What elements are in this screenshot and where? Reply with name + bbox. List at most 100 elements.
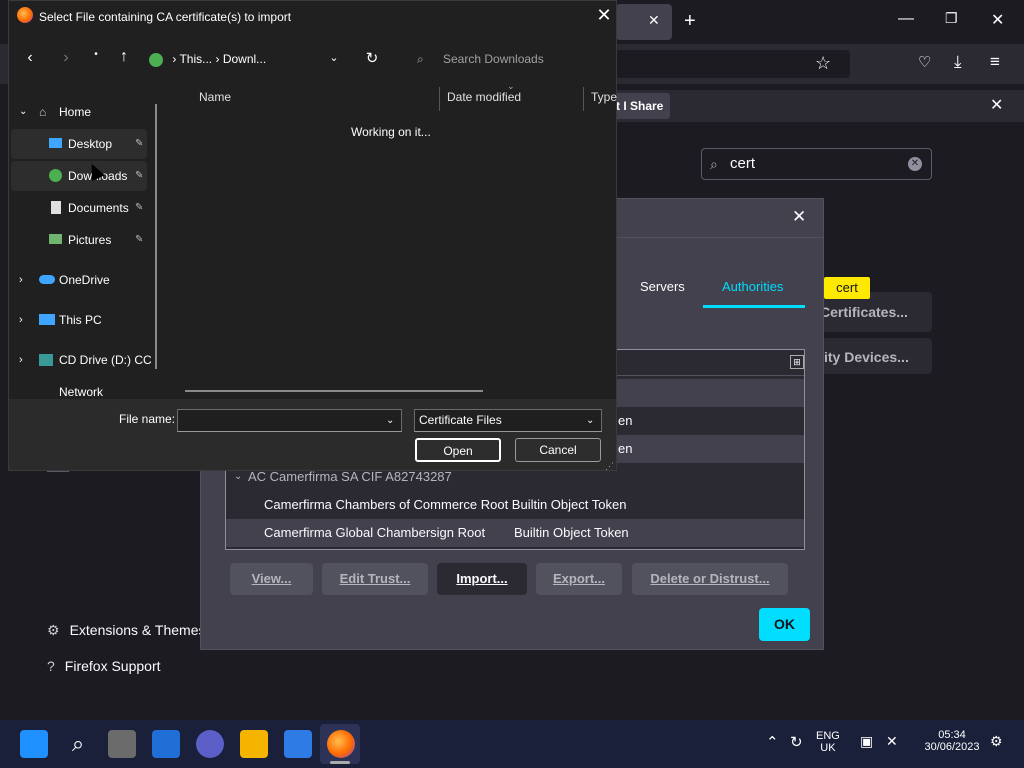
- import-button[interactable]: Import...: [437, 563, 527, 595]
- tree-item-onedrive[interactable]: › OneDrive: [11, 265, 147, 295]
- firefox-logo-icon: [17, 7, 33, 23]
- network-icon[interactable]: ↻: [790, 733, 803, 751]
- volume-muted-icon[interactable]: ✕: [886, 733, 898, 750]
- ok-button[interactable]: OK: [759, 608, 810, 641]
- delete-distrust-button[interactable]: Delete or Distrust...: [632, 563, 788, 595]
- tree-item-downloads[interactable]: Downloads ✎: [11, 161, 147, 191]
- tab-servers[interactable]: Servers: [640, 279, 685, 294]
- close-tab-icon[interactable]: ✕: [648, 12, 660, 29]
- store-icon[interactable]: [284, 730, 312, 758]
- notification-close-icon[interactable]: ✕: [990, 95, 1003, 115]
- back-icon[interactable]: ‹: [21, 49, 39, 67]
- document-icon: [51, 201, 61, 214]
- downloads-icon: [49, 169, 62, 182]
- horizontal-scrollbar[interactable]: [185, 390, 483, 392]
- cert-dialog-close-icon[interactable]: ✕: [792, 207, 806, 227]
- close-window-icon[interactable]: ✕: [991, 10, 1004, 30]
- clock-time: 05:34: [938, 729, 966, 741]
- language-code: ENG: [816, 730, 840, 742]
- export-button[interactable]: Export...: [536, 563, 622, 595]
- new-tab-icon[interactable]: +: [684, 10, 696, 33]
- column-divider[interactable]: [583, 87, 584, 111]
- desktop-icon: [49, 138, 62, 148]
- view-button[interactable]: View...: [230, 563, 313, 595]
- forward-icon[interactable]: ›: [57, 49, 75, 67]
- column-picker-icon[interactable]: ⊞: [790, 355, 804, 369]
- tree-item-documents[interactable]: Documents ✎: [11, 193, 147, 223]
- column-header-date[interactable]: Date modified: [447, 90, 521, 104]
- firefox-icon[interactable]: [327, 730, 355, 758]
- minimize-icon[interactable]: —: [898, 10, 914, 28]
- security-devices-button[interactable]: ity Devices...: [820, 338, 932, 374]
- sort-arrow-icon: ⌄: [507, 81, 515, 91]
- tree-item-network[interactable]: Network: [11, 385, 147, 399]
- tree-item-pictures[interactable]: Pictures ✎: [11, 225, 147, 255]
- chevron-down-icon[interactable]: ⌄: [386, 410, 394, 431]
- tab-authorities[interactable]: Authorities: [722, 279, 783, 294]
- chevron-down-icon[interactable]: ⌄: [586, 410, 594, 431]
- puzzle-icon: ⚙: [47, 622, 60, 638]
- open-button[interactable]: Open: [415, 438, 501, 462]
- up-arrow-icon[interactable]: ↑: [115, 48, 133, 66]
- language-indicator[interactable]: ENG UK: [816, 730, 840, 754]
- chevron-up-icon[interactable]: ⌃: [766, 733, 779, 751]
- maximize-icon[interactable]: ❐: [945, 10, 958, 27]
- pin-icon[interactable]: ✎: [135, 225, 143, 255]
- notification-bar: [610, 90, 1024, 122]
- breadcrumb-dropdown-icon[interactable]: ⌄: [327, 51, 341, 64]
- tree-item-home[interactable]: ⌄ ⌂ Home: [11, 97, 147, 127]
- breadcrumb-item[interactable]: Downl...: [223, 52, 266, 66]
- table-row[interactable]: Camerfirma Chambers of Commerce Root Bui…: [226, 491, 804, 519]
- dialog-close-icon[interactable]: ✕: [594, 5, 614, 25]
- pin-icon[interactable]: ✎: [135, 193, 143, 223]
- downloads-icon[interactable]: ⤓: [954, 52, 962, 72]
- clear-search-icon[interactable]: ✕: [908, 157, 922, 171]
- browser-tab[interactable]: [616, 4, 672, 40]
- windows-start-icon[interactable]: [20, 730, 48, 758]
- sidebar-item-extensions[interactable]: ⚙ Extensions & Themes: [47, 622, 205, 639]
- url-bar[interactable]: [610, 50, 850, 78]
- search-downloads-input[interactable]: ⌕ Search Downloads: [407, 46, 607, 72]
- breadcrumb-item[interactable]: This...: [179, 52, 212, 66]
- pin-icon[interactable]: ✎: [135, 129, 143, 159]
- task-view-icon[interactable]: [108, 730, 136, 758]
- file-type-select[interactable]: Certificate Files ⌄: [414, 409, 602, 432]
- pocket-icon[interactable]: ♡: [918, 53, 931, 71]
- display-icon[interactable]: ▣: [860, 733, 873, 750]
- search-icon[interactable]: ⌕: [64, 730, 92, 758]
- sidebar-item-support[interactable]: ? Firefox Support: [47, 658, 161, 674]
- tree-item-desktop[interactable]: Desktop ✎: [11, 129, 147, 159]
- resize-grip-icon[interactable]: ⋰: [605, 461, 614, 472]
- chevron-right-icon: ›: [19, 314, 23, 326]
- chevron-right-icon: ›: [19, 274, 23, 286]
- search-icon: ⌕: [417, 52, 424, 66]
- menu-icon[interactable]: ≡: [990, 52, 1000, 72]
- certificates-button-label: Certificates...: [820, 304, 908, 320]
- widgets-icon[interactable]: [152, 730, 180, 758]
- column-divider[interactable]: [439, 87, 440, 111]
- table-row[interactable]: Camerfirma Global Chambersign Root Builti…: [226, 519, 804, 547]
- pin-icon[interactable]: ✎: [135, 161, 143, 191]
- tree-item-cddrive[interactable]: › CD Drive (D:) CCC: [11, 345, 151, 375]
- cancel-button[interactable]: Cancel: [515, 438, 601, 462]
- notifications-icon[interactable]: ⚙: [990, 733, 1003, 750]
- chat-icon[interactable]: [196, 730, 224, 758]
- edit-trust-button[interactable]: Edit Trust...: [322, 563, 428, 595]
- sidebar-item-support-label: Firefox Support: [64, 658, 161, 674]
- tree-scrollbar[interactable]: [155, 104, 157, 369]
- refresh-icon[interactable]: ↻: [363, 49, 381, 67]
- clock[interactable]: 05:34 30/06/2023: [916, 729, 988, 753]
- column-header-type[interactable]: Type: [591, 90, 617, 104]
- recent-locations-icon[interactable]: •: [87, 49, 105, 60]
- bookmark-star-icon[interactable]: ☆: [815, 53, 831, 74]
- notification-button[interactable]: t I Share: [612, 93, 670, 119]
- clock-date: 30/06/2023: [924, 741, 980, 753]
- breadcrumb-separator: ›: [215, 52, 223, 66]
- file-name-input[interactable]: ⌄: [177, 409, 402, 432]
- file-explorer-icon[interactable]: [240, 730, 268, 758]
- cloud-icon: [39, 275, 55, 284]
- settings-search-input[interactable]: ⌕ cert ✕: [701, 148, 932, 180]
- column-header-name[interactable]: Name: [199, 90, 231, 104]
- tree-item-thispc[interactable]: › This PC: [11, 305, 147, 335]
- file-name-label: File name:: [119, 412, 176, 426]
